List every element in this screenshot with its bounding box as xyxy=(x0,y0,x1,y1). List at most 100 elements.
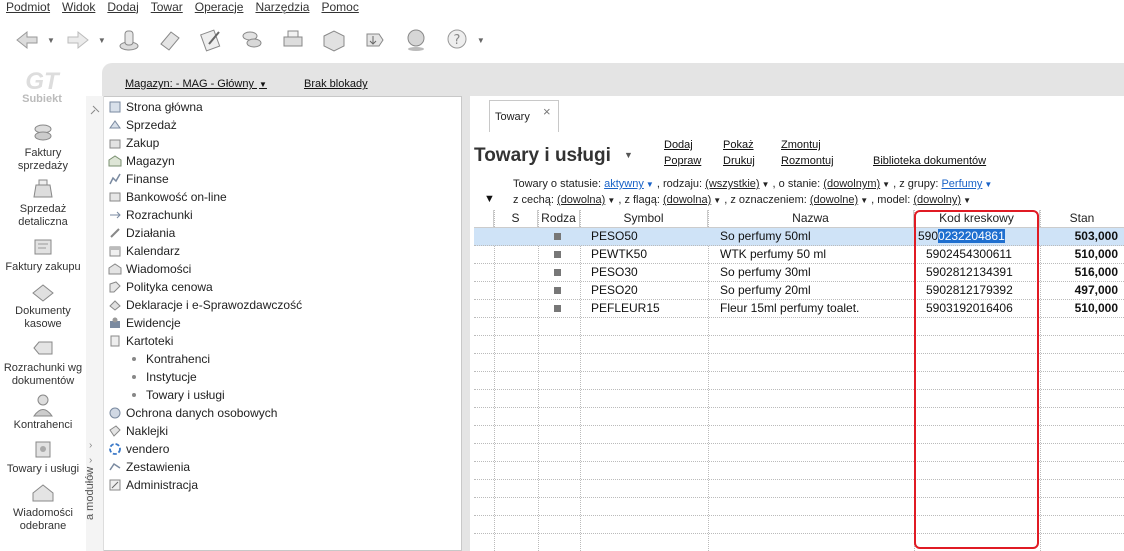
nav-item-zakup[interactable]: Zakup xyxy=(108,134,159,152)
nav-item-wiadomosci[interactable]: Wiadomości xyxy=(108,260,191,278)
help-button[interactable]: ? xyxy=(442,25,472,55)
feature-filter[interactable]: (dowolna) xyxy=(557,194,605,206)
forward-dropdown-icon[interactable]: ▼ xyxy=(98,36,106,45)
nav-subitem-instytucje[interactable]: Instytucje xyxy=(132,368,197,386)
nav-item-finanse[interactable]: Finanse xyxy=(108,170,169,188)
group-filter[interactable]: Perfumy xyxy=(941,178,982,190)
menu-towar[interactable]: Towar xyxy=(151,0,183,15)
reports-icon xyxy=(109,462,121,471)
flag-dropdown-icon[interactable]: ▼ xyxy=(713,196,721,205)
menu-pomoc[interactable]: Pomoc xyxy=(321,0,358,15)
nav-item-deklaracje[interactable]: Deklaracje i e-Sprawozdawczość xyxy=(108,296,302,314)
disassemble-button[interactable]: Rozmontuj xyxy=(781,155,834,167)
nav-item-strona-glowna[interactable]: Strona główna xyxy=(108,98,203,116)
module-towary-i-uslugi[interactable]: Towary i usługi xyxy=(0,437,86,476)
tool-globe-button[interactable] xyxy=(401,25,431,55)
forward-button[interactable] xyxy=(63,25,93,55)
show-button[interactable]: Pokaż xyxy=(723,139,754,151)
menu-narzedzia[interactable]: Narzędzia xyxy=(255,0,309,15)
nav-item-rozrachunki[interactable]: Rozrachunki xyxy=(108,206,193,224)
menu-dodaj[interactable]: Dodaj xyxy=(107,0,138,15)
nav-item-ewidencje[interactable]: Ewidencje xyxy=(108,314,181,332)
model-filter[interactable]: (dowolny) xyxy=(913,194,961,206)
nav-item-ochrona-danych[interactable]: Ochrona danych osobowych xyxy=(108,404,277,422)
module-rozrachunki[interactable]: Rozrachunki wg dokumentów xyxy=(0,336,86,388)
type-dropdown-icon[interactable]: ▼ xyxy=(762,180,770,189)
settlement-icon xyxy=(33,341,53,355)
flag-filter[interactable]: (dowolna) xyxy=(663,194,711,206)
add-button[interactable]: Dodaj xyxy=(664,139,693,151)
nav-item-polityka-cenowa[interactable]: Polityka cenowa xyxy=(108,278,213,296)
menu-widok[interactable]: Widok xyxy=(62,0,95,15)
module-faktury-zakupu[interactable]: Faktury zakupu xyxy=(0,235,86,274)
stock-dropdown-icon[interactable]: ▼ xyxy=(882,180,890,189)
help-dropdown-icon[interactable]: ▼ xyxy=(477,36,485,45)
title-dropdown-icon[interactable]: ▼ xyxy=(624,150,633,160)
nav-item-magazyn[interactable]: Magazyn xyxy=(108,152,175,170)
model-dropdown-icon[interactable]: ▼ xyxy=(963,196,971,205)
module-faktury-sprzedazy[interactable]: Faktury sprzedaży xyxy=(0,121,86,173)
cash-register-icon xyxy=(33,179,53,198)
nav-item-administracja[interactable]: Administracja xyxy=(108,476,198,494)
cell-symbol: PEWTK50 xyxy=(591,247,648,261)
column-header-s[interactable]: S xyxy=(494,210,538,228)
tab-towary[interactable]: Towary × xyxy=(489,100,559,132)
status-dropdown-icon[interactable]: ▼ xyxy=(646,180,654,189)
package-icon xyxy=(323,30,345,52)
lock-status-link[interactable]: Brak blokady xyxy=(304,78,368,90)
tool-stamp-button[interactable] xyxy=(114,25,144,55)
edit-button[interactable]: Popraw xyxy=(664,155,701,167)
menu-podmiot[interactable]: Podmiot xyxy=(6,0,50,15)
nav-item-kalendarz[interactable]: Kalendarz xyxy=(108,242,180,260)
status-filter[interactable]: aktywny xyxy=(604,178,644,190)
nav-item-vendero[interactable]: vendero xyxy=(108,440,169,458)
menu-operacje[interactable]: Operacje xyxy=(195,0,244,15)
highlight-annotation xyxy=(914,210,1039,549)
stock-filter[interactable]: (dowolnym) xyxy=(823,178,880,190)
nav-subitem-towary-i-uslugi[interactable]: Towary i usługi xyxy=(132,386,225,404)
tool-package-button[interactable] xyxy=(319,25,349,55)
nav-item-kartoteki[interactable]: Kartoteki xyxy=(108,332,173,350)
group-dropdown-icon[interactable]: ▼ xyxy=(984,180,992,189)
assemble-button[interactable]: Zmontuj xyxy=(781,139,821,151)
module-sprzedaz-detaliczna[interactable]: Sprzedaż detaliczna xyxy=(0,177,86,229)
expand-arrow-icon[interactable]: › xyxy=(89,455,92,466)
column-header-rodzaj[interactable]: Rodza xyxy=(538,210,580,228)
back-dropdown-icon[interactable]: ▼ xyxy=(47,36,55,45)
warehouse-selector[interactable]: Magazyn: - MAG - Główny ▼ xyxy=(125,78,267,90)
back-button[interactable] xyxy=(12,25,42,55)
module-kontrahenci[interactable]: Kontrahenci xyxy=(0,393,86,432)
tool-cash-button[interactable] xyxy=(237,25,267,55)
type-filter[interactable]: (wszystkie) xyxy=(705,178,759,190)
column-header-symbol[interactable]: Symbol xyxy=(580,210,708,228)
nav-item-dzialania[interactable]: Działania xyxy=(108,224,175,242)
marking-dropdown-icon[interactable]: ▼ xyxy=(860,196,868,205)
product-type-icon xyxy=(554,251,561,258)
tool-eraser-button[interactable] xyxy=(155,25,185,55)
document-library-button[interactable]: Biblioteka dokumentów xyxy=(873,155,986,167)
nav-item-naklejki[interactable]: Naklejki xyxy=(108,422,168,440)
type-marker xyxy=(554,300,561,318)
column-header-nazwa[interactable]: Nazwa xyxy=(708,210,914,228)
pin-icon[interactable] xyxy=(89,104,101,116)
nav-item-bankowosc[interactable]: Bankowość on-line xyxy=(108,188,227,206)
feature-dropdown-icon[interactable]: ▼ xyxy=(607,196,615,205)
toolbar: ▼ ▼ ? ▼ xyxy=(0,17,1124,63)
tool-edit-button[interactable] xyxy=(196,25,226,55)
close-icon[interactable]: × xyxy=(543,104,551,119)
nav-item-zestawienia[interactable]: Zestawienia xyxy=(108,458,190,476)
document-edit-icon xyxy=(199,29,221,52)
column-header-marker[interactable] xyxy=(474,210,494,228)
marking-filter[interactable]: (dowolne) xyxy=(810,194,858,206)
tool-print-button[interactable] xyxy=(278,25,308,55)
module-dokumenty-kasowe[interactable]: Dokumenty kasowe xyxy=(0,279,86,331)
module-wiadomosci-odebrane[interactable]: Wiadomości odebrane xyxy=(0,481,86,533)
expand-arrow-icon[interactable]: › xyxy=(89,440,92,451)
column-header-stan[interactable]: Stan xyxy=(1040,210,1124,228)
cell-nazwa: So perfumy 20ml xyxy=(720,283,811,297)
tool-import-button[interactable] xyxy=(360,25,390,55)
page-title[interactable]: Towary i usługi xyxy=(474,145,611,167)
print-button[interactable]: Drukuj xyxy=(723,155,755,167)
nav-item-sprzedaz[interactable]: Sprzedaż xyxy=(108,116,177,134)
nav-subitem-kontrahenci[interactable]: Kontrahenci xyxy=(132,350,210,368)
